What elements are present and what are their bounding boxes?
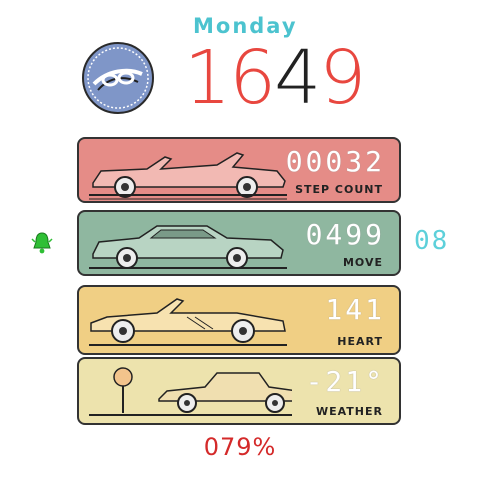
step-count-value: 00032	[285, 145, 385, 178]
time-display: 1649	[184, 35, 366, 121]
heart-rate-label: HEART	[337, 335, 383, 348]
muscle-car-icon	[89, 225, 287, 269]
bell-icon[interactable]	[30, 231, 54, 255]
time-minute-ones: 9	[319, 35, 366, 121]
alarm-value: 08	[414, 226, 450, 256]
time-minute-tens: 4	[274, 35, 321, 121]
heart-rate-value: 141	[325, 293, 385, 326]
step-count-label: STEP COUNT	[295, 183, 383, 196]
weather-card[interactable]: -21° WEATHER	[77, 357, 401, 425]
convertible-car-icon	[89, 152, 287, 200]
heart-card[interactable]: 141 HEART	[77, 285, 401, 355]
brand-logo-icon	[82, 42, 154, 114]
step-count-card[interactable]: 00032 STEP COUNT	[77, 137, 401, 203]
weather-label: WEATHER	[315, 405, 383, 418]
time-hours: 16	[184, 35, 276, 121]
move-card[interactable]: 0499 MOVE	[77, 210, 401, 276]
sports-car-icon	[89, 298, 287, 346]
sedan-car-icon	[89, 367, 292, 416]
move-label: MOVE	[342, 256, 383, 269]
temperature-value: -21°	[305, 365, 385, 398]
battery-percentage: 079%	[203, 433, 277, 461]
move-value: 0499	[305, 218, 385, 251]
